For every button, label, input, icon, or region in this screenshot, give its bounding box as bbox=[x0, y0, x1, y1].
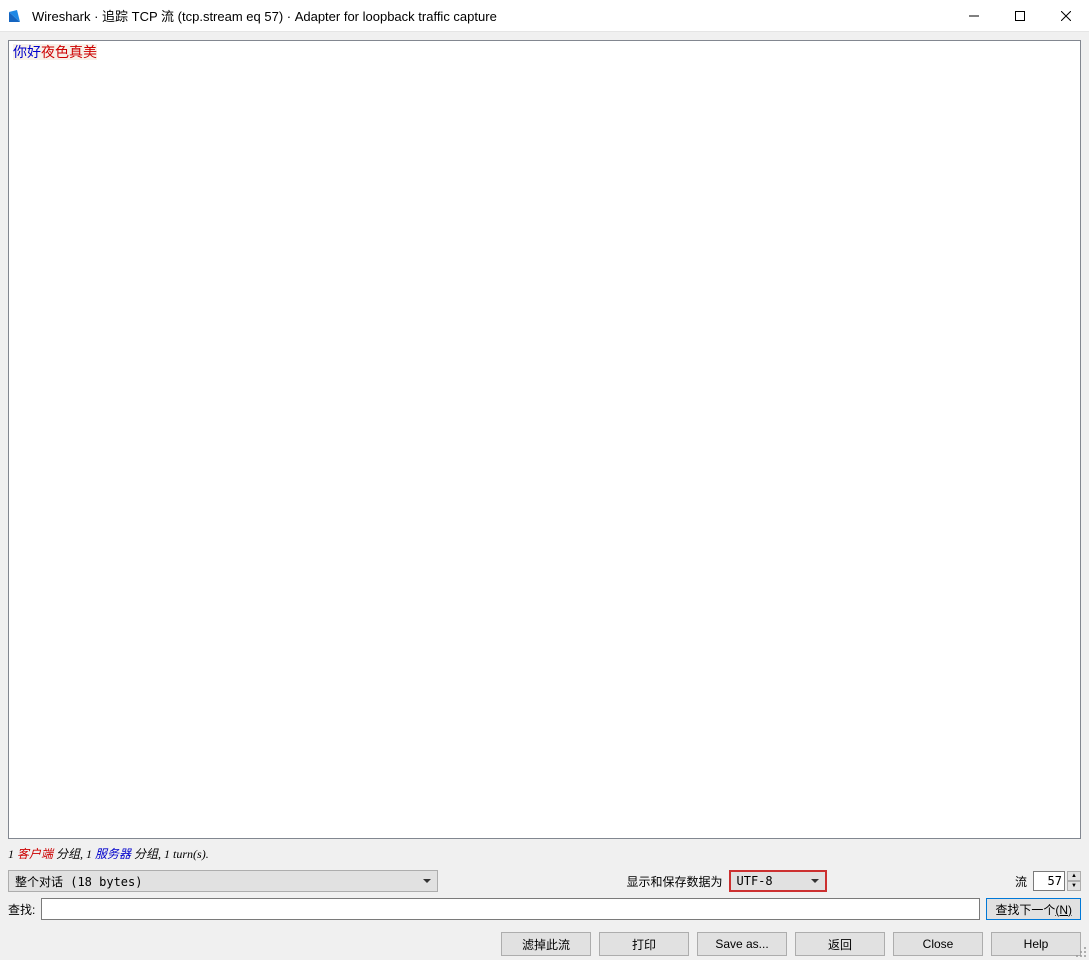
filter-out-stream-button[interactable]: 滤掉此流 bbox=[501, 932, 591, 956]
close-button[interactable] bbox=[1043, 0, 1089, 32]
conversation-select[interactable]: 整个对话 (18 bytes) bbox=[8, 870, 438, 892]
client-payload-text: 你好 bbox=[13, 44, 41, 60]
stream-number-label: 流 bbox=[1015, 873, 1027, 890]
search-input[interactable] bbox=[41, 898, 980, 920]
search-row: 查找: 查找下一个(N) bbox=[8, 898, 1081, 920]
search-label: 查找: bbox=[8, 901, 35, 918]
packet-count-status: 1 客户端 分组, 1 服务器 分组, 1 turn(s). bbox=[8, 843, 1081, 864]
encoding-select[interactable]: UTF-8 bbox=[729, 870, 827, 892]
dialog-button-bar: 滤掉此流 打印 Save as... 返回 Close Help bbox=[0, 928, 1089, 960]
dialog-body: 你好夜色真美 1 客户端 分组, 1 服务器 分组, 1 turn(s). 整个… bbox=[0, 32, 1089, 928]
window-title: Wireshark · 追踪 TCP 流 (tcp.stream eq 57) … bbox=[32, 6, 497, 25]
print-button[interactable]: 打印 bbox=[599, 932, 689, 956]
options-row: 整个对话 (18 bytes) 显示和保存数据为 UTF-8 流 ▲ ▼ bbox=[8, 870, 1081, 892]
wireshark-icon bbox=[8, 8, 24, 24]
stream-number-down[interactable]: ▼ bbox=[1067, 881, 1081, 891]
stream-number-up[interactable]: ▲ bbox=[1067, 871, 1081, 881]
server-payload-text: 夜色真美 bbox=[41, 44, 97, 60]
window-titlebar: Wireshark · 追踪 TCP 流 (tcp.stream eq 57) … bbox=[0, 0, 1089, 32]
save-as-button[interactable]: Save as... bbox=[697, 932, 787, 956]
find-next-button[interactable]: 查找下一个(N) bbox=[986, 898, 1081, 920]
back-button[interactable]: 返回 bbox=[795, 932, 885, 956]
stream-number-input[interactable] bbox=[1033, 871, 1065, 891]
stream-content-textarea[interactable]: 你好夜色真美 bbox=[8, 40, 1081, 839]
resize-grip-icon[interactable] bbox=[1075, 946, 1087, 958]
maximize-button[interactable] bbox=[997, 0, 1043, 32]
minimize-button[interactable] bbox=[951, 0, 997, 32]
encoding-label: 显示和保存数据为 bbox=[626, 873, 722, 890]
help-button[interactable]: Help bbox=[991, 932, 1081, 956]
encoding-select-value: UTF-8 bbox=[737, 874, 773, 888]
stream-number-spinner: ▲ ▼ bbox=[1033, 871, 1081, 891]
close-dialog-button[interactable]: Close bbox=[893, 932, 983, 956]
window-controls bbox=[951, 0, 1089, 32]
conversation-select-value: 整个对话 (18 bytes) bbox=[15, 873, 142, 890]
